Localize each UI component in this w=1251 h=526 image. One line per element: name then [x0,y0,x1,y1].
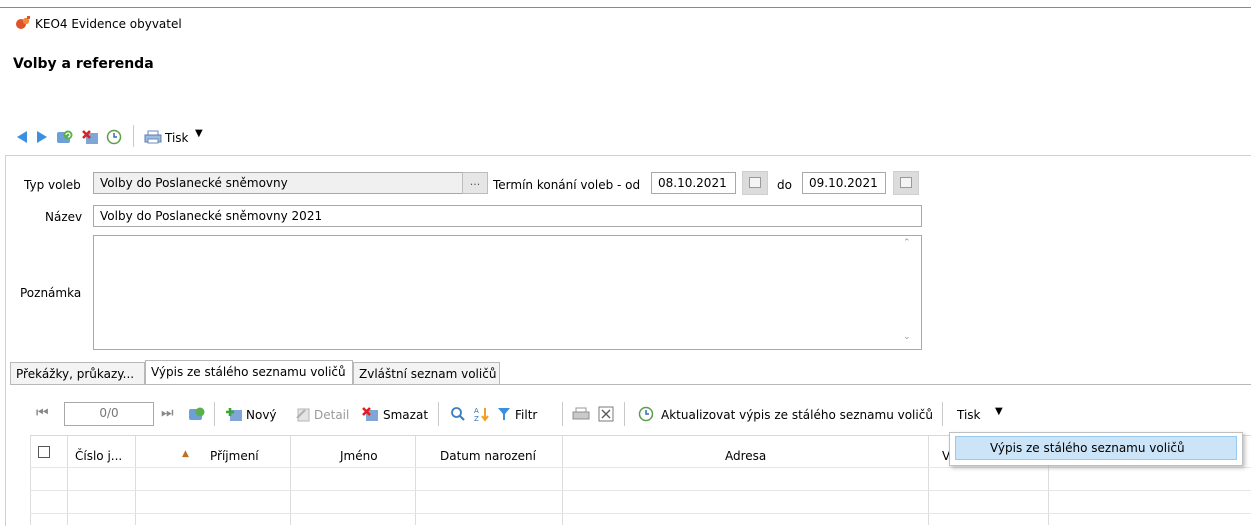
sort-asc-icon: ▲ [182,449,189,459]
update-icon[interactable] [636,404,656,424]
app-title: KEO4 Evidence obyvatel [35,17,182,31]
typ-voleb-browse-button[interactable]: ... [462,172,488,194]
sub-print-button[interactable]: Tisk [957,408,981,422]
tab-zvlastni[interactable]: Zvláštní seznam voličů [353,362,500,384]
col-prijmeni[interactable]: Příjmení [210,449,259,463]
date-to-field[interactable]: 09.10.2021 [802,172,886,194]
detail-icon[interactable] [294,404,312,424]
col-jmeno[interactable]: Jméno [340,449,378,463]
refresh-icon[interactable] [55,127,75,147]
update-button[interactable]: Aktualizovat výpis ze stálého seznamu vo… [661,408,933,422]
svg-text:Z: Z [474,415,479,422]
calendar-from-icon[interactable] [742,171,768,195]
typ-voleb-label: Typ voleb [24,178,81,192]
new-button[interactable]: Nový [246,408,277,422]
poznamka-label: Poznámka [20,286,82,300]
record-counter[interactable]: 0/0 [64,402,154,426]
export-icon[interactable] [597,404,615,424]
top-edge-mark [120,0,140,3]
col-datum-narozeni[interactable]: Datum narození [440,449,536,463]
page-title: Volby a referenda [13,56,154,72]
scroll-down-icon[interactable]: ⌄ [903,332,911,342]
do-label: do [777,178,792,192]
delete-icon[interactable] [80,127,100,147]
sort-az-icon[interactable]: AZ [473,404,491,424]
calendar-to-icon[interactable] [893,171,919,195]
print-icon[interactable] [143,127,163,147]
delete-button[interactable]: Smazat [383,408,428,422]
date-from-field[interactable]: 08.10.2021 [651,172,736,194]
chevron-down-icon[interactable]: ▼ [195,128,203,139]
termin-label: Termín konání voleb - od [493,178,641,192]
first-record-icon[interactable]: ⏮ [36,405,49,421]
last-record-icon[interactable]: ⏭ [161,405,174,421]
history-icon[interactable] [104,127,124,147]
svg-text:A: A [474,407,479,415]
col-cislo[interactable]: Číslo j... [75,449,122,463]
search-icon[interactable] [449,404,467,424]
sub-refresh-icon[interactable] [187,404,207,424]
nazev-label: Název [45,210,83,224]
app-logo-icon [15,15,31,31]
sub-print-icon[interactable] [571,404,591,424]
scroll-up-icon[interactable]: ⌃ [903,238,911,248]
typ-voleb-field[interactable]: Volby do Poslanecké sněmovny [93,172,463,194]
forward-icon[interactable] [33,127,51,147]
tab-prekazky[interactable]: Překážky, průkazy... [10,362,145,384]
col-adresa[interactable]: Adresa [725,449,766,463]
filter-button[interactable]: Filtr [515,408,537,422]
select-all-checkbox[interactable] [38,446,50,458]
sub-chevron-down-icon[interactable]: ▼ [995,406,1003,417]
menu-item-vypis[interactable]: Výpis ze stálého seznamu voličů [955,436,1237,460]
print-dropdown-menu: Výpis ze stálého seznamu voličů [949,432,1243,466]
new-icon[interactable] [224,404,244,424]
toolbar-print-label[interactable]: Tisk [165,131,189,145]
nazev-field[interactable]: Volby do Poslanecké sněmovny 2021 [93,205,922,227]
filter-icon[interactable] [496,404,512,424]
tab-vypis[interactable]: Výpis ze stálého seznamu voličů [145,360,353,385]
detail-button[interactable]: Detail [314,408,349,422]
back-icon[interactable] [13,127,31,147]
poznamka-field[interactable] [93,235,922,350]
sub-delete-icon[interactable] [360,404,380,424]
